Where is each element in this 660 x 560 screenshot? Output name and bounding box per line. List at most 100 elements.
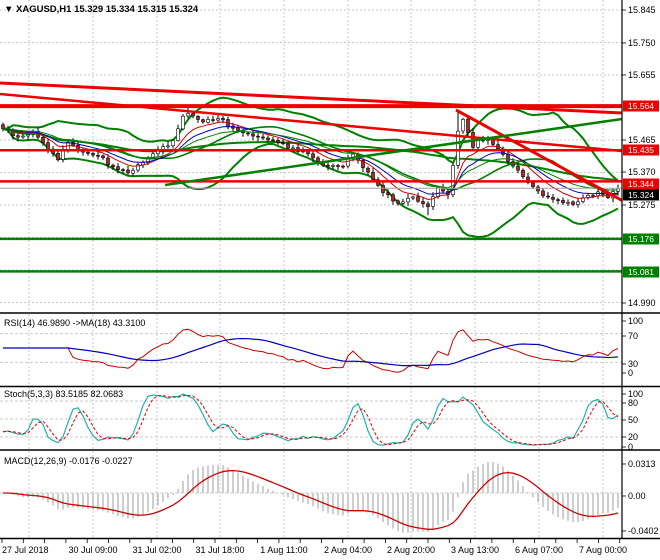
- bear-candle: [276, 140, 280, 143]
- bull-candle: [166, 145, 170, 148]
- bear-candle: [246, 132, 250, 135]
- bear-candle: [311, 153, 315, 159]
- price-badge-label: 15.324: [628, 190, 654, 200]
- bear-candle: [191, 113, 195, 117]
- bear-candle: [16, 135, 20, 138]
- rsi-axis-label: 100: [628, 316, 643, 326]
- bear-candle: [541, 190, 545, 197]
- price-axis-label: 15.465: [628, 135, 656, 145]
- chart-title: XAGUSD,H1 15.329 15.334 15.315 15.324: [16, 4, 199, 15]
- bollinger-upper-line: [2, 96, 619, 182]
- bear-candle: [386, 192, 390, 195]
- bear-candle: [126, 169, 130, 174]
- bull-candle: [21, 135, 25, 138]
- price-chart[interactable]: 15.845 15.750 15.655 15.465 15.370 15.275 14.9…: [0, 0, 660, 560]
- bear-candle: [521, 169, 525, 178]
- bear-candle: [256, 135, 260, 138]
- stochastic-panel: [2, 393, 619, 446]
- bear-candle: [41, 136, 45, 144]
- bear-candle: [391, 194, 395, 202]
- time-axis-label: 2 Aug 20:00: [387, 545, 435, 555]
- bull-candle: [406, 198, 410, 203]
- stoch-axis-label: 80: [628, 398, 638, 408]
- bear-candle: [371, 171, 375, 180]
- bull-candle: [461, 119, 465, 132]
- macd-axis-label: 0.00: [628, 491, 646, 501]
- bear-candle: [336, 165, 340, 167]
- time-axis-label: 3 Aug 13:00: [451, 545, 499, 555]
- time-axis[interactable]: 27 Jul 2018 30 Jul 09:00 31 Jul 02:00 31 Ju…: [1, 539, 627, 555]
- rsi-axis-label: 0: [628, 368, 633, 378]
- macd-axis-label: 0.0313: [628, 459, 656, 469]
- bear-candle: [96, 154, 100, 157]
- main-price-panel: [1, 96, 620, 239]
- bear-candle: [121, 169, 125, 171]
- bear-candle: [106, 157, 110, 166]
- rsi-panel: [3, 328, 619, 373]
- bull-candle: [411, 196, 415, 199]
- price-axis-label: 15.655: [628, 70, 656, 80]
- macd-signal-line: [3, 469, 619, 530]
- stoch-axis-label: 20: [628, 432, 638, 442]
- price-axis-label: 14.990: [628, 298, 656, 308]
- trading-chart-window: 15.845 15.750 15.655 15.465 15.370 15.275 14.9…: [0, 0, 660, 560]
- bear-candle: [56, 153, 60, 161]
- stoch-indicator-label: Stoch(5,3,3) 83.5185 82.0683: [4, 389, 123, 399]
- bear-candle: [316, 157, 320, 162]
- time-axis-label: 6 Aug 07:00: [515, 545, 563, 555]
- bull-candle: [26, 134, 30, 137]
- bull-candle: [331, 165, 335, 167]
- bull-candle: [216, 118, 220, 121]
- bull-candle: [576, 201, 580, 205]
- bear-candle: [506, 153, 510, 162]
- bear-candle: [271, 139, 275, 142]
- price-badge-label: 15.435: [628, 145, 654, 155]
- price-axis-label: 15.275: [628, 200, 656, 210]
- bear-candle: [466, 118, 470, 133]
- macd-axis-label: -0.0402: [628, 526, 659, 536]
- time-axis-label: 27 Jul 2018: [2, 545, 49, 555]
- bear-candle: [201, 119, 205, 123]
- bear-candle: [366, 167, 370, 173]
- bear-candle: [251, 133, 255, 137]
- bear-candle: [221, 118, 225, 121]
- bear-candle: [546, 195, 550, 198]
- time-axis-label: 31 Jul 18:00: [195, 545, 244, 555]
- bear-candle: [571, 201, 575, 205]
- bear-candle: [556, 199, 560, 201]
- price-axis-label: 15.750: [628, 38, 656, 48]
- trendline-3[interactable]: [455, 108, 634, 207]
- rsi-line: [3, 328, 619, 373]
- macd-indicator-label: MACD(12,26,9) -0.0176 -0.0227: [4, 456, 133, 466]
- symbol-dropdown-icon[interactable]: ▼: [4, 4, 13, 15]
- stoch-axis-label: 50: [628, 415, 638, 425]
- bear-candle: [551, 197, 555, 200]
- time-axis-label: 1 Aug 11:00: [260, 545, 307, 555]
- price-badge-label: 15.564: [628, 101, 654, 111]
- bear-candle: [326, 164, 330, 167]
- bull-candle: [566, 201, 570, 204]
- bear-candle: [101, 155, 105, 159]
- price-badge-label: 15.176: [628, 234, 654, 244]
- bear-candle: [261, 136, 265, 139]
- bear-candle: [341, 165, 345, 168]
- time-axis-label: 2 Aug 04:00: [324, 545, 372, 555]
- price-badge-label: 15.344: [628, 179, 654, 189]
- price-axis[interactable]: 15.845 15.750 15.655 15.465 15.370 15.275 14.9…: [622, 5, 659, 536]
- bear-candle: [516, 165, 520, 171]
- bear-candle: [86, 151, 90, 154]
- time-axis-label: 31 Jul 02:00: [132, 545, 181, 555]
- bear-candle: [286, 143, 290, 149]
- bear-candle: [381, 184, 385, 193]
- bear-candle: [281, 142, 285, 145]
- bull-candle: [181, 115, 185, 130]
- bear-candle: [396, 200, 400, 204]
- time-axis-label: 7 Aug 00:00: [579, 545, 627, 555]
- bear-candle: [531, 182, 535, 188]
- bull-candle: [206, 119, 210, 123]
- bollinger-middle-line: [2, 126, 619, 196]
- bear-candle: [561, 200, 565, 204]
- bull-candle: [131, 170, 135, 174]
- price-badge-label: 15.081: [628, 267, 654, 277]
- bull-candle: [176, 128, 180, 141]
